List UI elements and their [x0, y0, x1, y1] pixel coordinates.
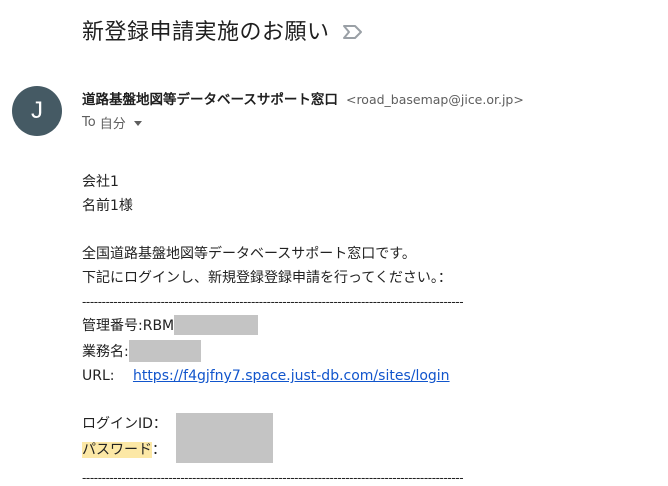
email-subject: 新登録申請実施のお願い — [82, 20, 330, 45]
redacted-block — [174, 314, 259, 335]
url-label: URL: — [82, 368, 115, 384]
sender-name[interactable]: 道路基盤地図等データベースサポート窓口 — [82, 92, 338, 108]
url-line: URL: https://f4gjfny7.space.just-db.com/… — [82, 364, 450, 388]
chevron-down-icon[interactable] — [133, 121, 142, 126]
divider-top: ----------------------------------------… — [82, 294, 464, 309]
password-label: パスワード — [82, 442, 152, 458]
password-colon: ： — [152, 442, 166, 458]
management-number-line: 管理番号:RBM — [82, 314, 259, 338]
body-instruction: 下記にログインし、新規登録登録申請を行ってください。： — [82, 270, 452, 286]
body-greeting: 全国道路基盤地図等データベースサポート窓口です。 — [82, 246, 416, 262]
subject-row: 新登録申請実施のお願い — [82, 14, 364, 46]
to-label: To — [82, 115, 96, 130]
login-id-line: ログインID： — [82, 412, 167, 436]
redacted-block — [128, 339, 201, 362]
password-line: パスワード： — [82, 438, 166, 462]
body-name: 名前1様 — [82, 198, 133, 214]
management-number-label: 管理番号:RBM — [82, 318, 175, 334]
login-id-label: ログインID： — [82, 416, 167, 432]
label-important-icon[interactable] — [342, 24, 364, 40]
business-name-line: 業務名: — [82, 339, 201, 364]
login-url-link[interactable]: https://f4gjfny7.space.just-db.com/sites… — [133, 368, 450, 384]
business-name-label: 業務名: — [82, 344, 129, 360]
sender-row: 道路基盤地図等データベースサポート窓口 <road_basemap@jice.o… — [82, 88, 524, 108]
sender-email: <road_basemap@jice.or.jp> — [345, 92, 524, 107]
divider-bottom: ----------------------------------------… — [82, 470, 464, 485]
body-company: 会社1 — [82, 174, 119, 190]
redacted-block — [176, 413, 273, 463]
recipient-value: 自分 — [99, 117, 126, 132]
sender-avatar[interactable]: J — [12, 86, 62, 136]
recipient-row[interactable]: To 自分 — [82, 113, 142, 132]
avatar-letter: J — [31, 97, 43, 124]
